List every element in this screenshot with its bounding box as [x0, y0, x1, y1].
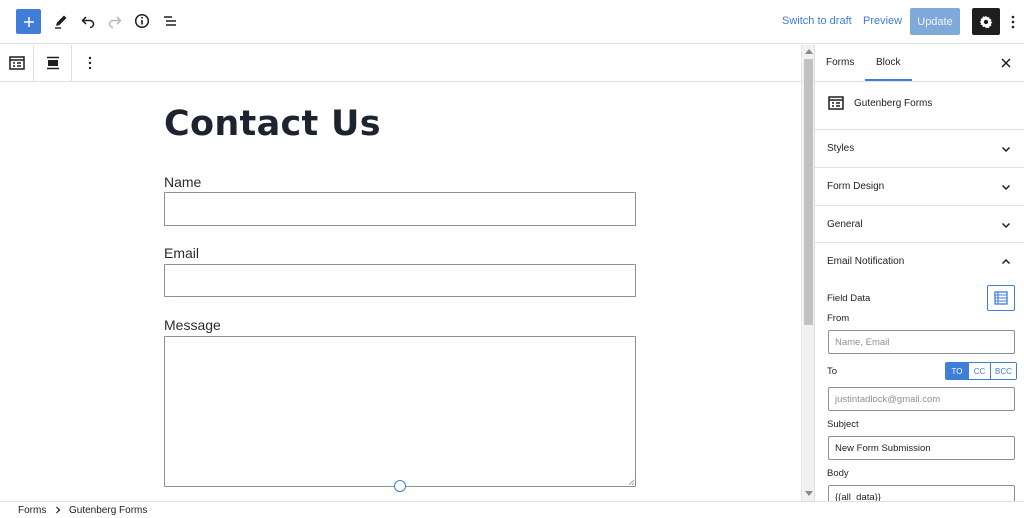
to-input[interactable]: justintadlock@gmail.com	[828, 387, 1015, 411]
active-tab-indicator	[865, 79, 912, 81]
gear-icon	[979, 15, 993, 28]
body-value: {{all_data}}	[835, 492, 881, 501]
breadcrumb-gutenberg-forms[interactable]: Gutenberg Forms	[69, 505, 147, 516]
redo-button[interactable]	[102, 8, 128, 34]
body-label: Body	[827, 468, 849, 479]
panel-form-design[interactable]: Form Design	[815, 168, 1024, 206]
update-button[interactable]: Update	[910, 8, 960, 35]
scroll-down-arrow-icon[interactable]	[805, 491, 813, 496]
table-list-icon	[994, 291, 1008, 305]
name-field-label[interactable]: Name	[164, 174, 201, 190]
email-field-label[interactable]: Email	[164, 245, 199, 261]
to-label: To	[827, 366, 838, 377]
align-button[interactable]	[34, 45, 72, 81]
list-view-button[interactable]	[157, 8, 183, 34]
block-resize-handle[interactable]	[394, 480, 406, 492]
panel-email-notification[interactable]: Email Notification	[815, 243, 1024, 281]
from-placeholder: Name, Email	[835, 336, 890, 348]
email-field[interactable]	[164, 264, 636, 297]
subject-input[interactable]: New Form Submission	[828, 436, 1015, 460]
list-view-icon	[164, 16, 176, 26]
to-value: justintadlock@gmail.com	[835, 393, 941, 405]
panel-general[interactable]: General	[815, 206, 1024, 243]
switch-to-draft-link[interactable]: Switch to draft	[782, 15, 852, 27]
body-textarea[interactable]: {{all_data}}	[828, 485, 1015, 501]
scrollbar-thumb[interactable]	[804, 59, 813, 325]
field-data-button[interactable]	[987, 285, 1015, 311]
close-icon	[1001, 58, 1011, 68]
sidebar-tabs: Forms Block	[815, 45, 1024, 82]
resize-grip-icon	[628, 479, 634, 485]
align-icon	[46, 56, 59, 70]
tab-forms[interactable]: Forms	[826, 57, 854, 68]
message-field-label[interactable]: Message	[164, 317, 221, 333]
details-button[interactable]	[129, 8, 155, 34]
from-input[interactable]: Name, Email	[828, 330, 1015, 354]
preview-link[interactable]: Preview	[863, 15, 902, 27]
chevron-right-icon	[56, 506, 61, 514]
more-vertical-icon	[1011, 15, 1015, 29]
options-menu-button[interactable]	[1006, 10, 1020, 34]
chevron-down-icon	[1001, 146, 1011, 153]
message-field[interactable]	[164, 336, 636, 487]
panel-title: Styles	[827, 143, 855, 154]
chevron-up-icon	[1001, 258, 1011, 265]
chevron-down-icon	[1001, 184, 1011, 191]
add-block-button[interactable]	[16, 9, 41, 34]
breadcrumb-forms[interactable]: Forms	[18, 505, 46, 516]
block-toolbar	[0, 45, 801, 82]
breadcrumb: Forms Gutenberg Forms	[0, 501, 1024, 518]
panel-styles[interactable]: Styles	[815, 130, 1024, 168]
form-block-icon	[8, 56, 25, 70]
more-vertical-icon	[88, 56, 92, 70]
from-label: From	[827, 313, 850, 324]
undo-button[interactable]	[75, 8, 101, 34]
tab-block[interactable]: Block	[876, 57, 900, 68]
settings-button[interactable]	[972, 8, 1000, 35]
chevron-down-icon	[1001, 222, 1011, 229]
panel-title: Email Notification	[827, 256, 905, 267]
cc-option[interactable]: CC	[968, 363, 990, 379]
recipient-type-toggle: TO CC BCC	[945, 362, 1017, 380]
to-option[interactable]: TO	[946, 363, 968, 379]
block-name: Gutenberg Forms	[854, 98, 933, 109]
editor-scrollbar[interactable]	[801, 45, 814, 501]
name-field[interactable]	[164, 192, 636, 226]
page-title[interactable]: Contact Us	[164, 104, 381, 144]
editor-top-toolbar: Switch to draft Preview Update	[0, 0, 1024, 44]
block-options-button[interactable]	[72, 45, 108, 81]
subject-value: New Form Submission	[835, 442, 931, 454]
undo-icon	[81, 16, 95, 29]
pencil-icon	[55, 15, 67, 29]
subject-label: Subject	[827, 419, 859, 430]
scroll-up-arrow-icon[interactable]	[805, 49, 813, 54]
info-icon	[134, 13, 150, 29]
block-type-button[interactable]	[0, 45, 34, 81]
field-data-label: Field Data	[827, 293, 871, 304]
block-card: Gutenberg Forms	[815, 82, 1024, 130]
settings-sidebar: Forms Block Gutenberg Forms Styles Form …	[814, 45, 1024, 501]
bcc-option[interactable]: BCC	[990, 363, 1016, 379]
editor-canvas: Contact Us Name Email Message	[0, 82, 801, 501]
form-block-icon	[828, 96, 844, 110]
edit-tool-button[interactable]	[48, 8, 74, 34]
plus-icon	[23, 16, 34, 27]
close-sidebar-button[interactable]	[999, 56, 1013, 70]
redo-icon	[108, 16, 122, 29]
panel-title: General	[827, 219, 863, 230]
panel-title: Form Design	[827, 181, 885, 192]
